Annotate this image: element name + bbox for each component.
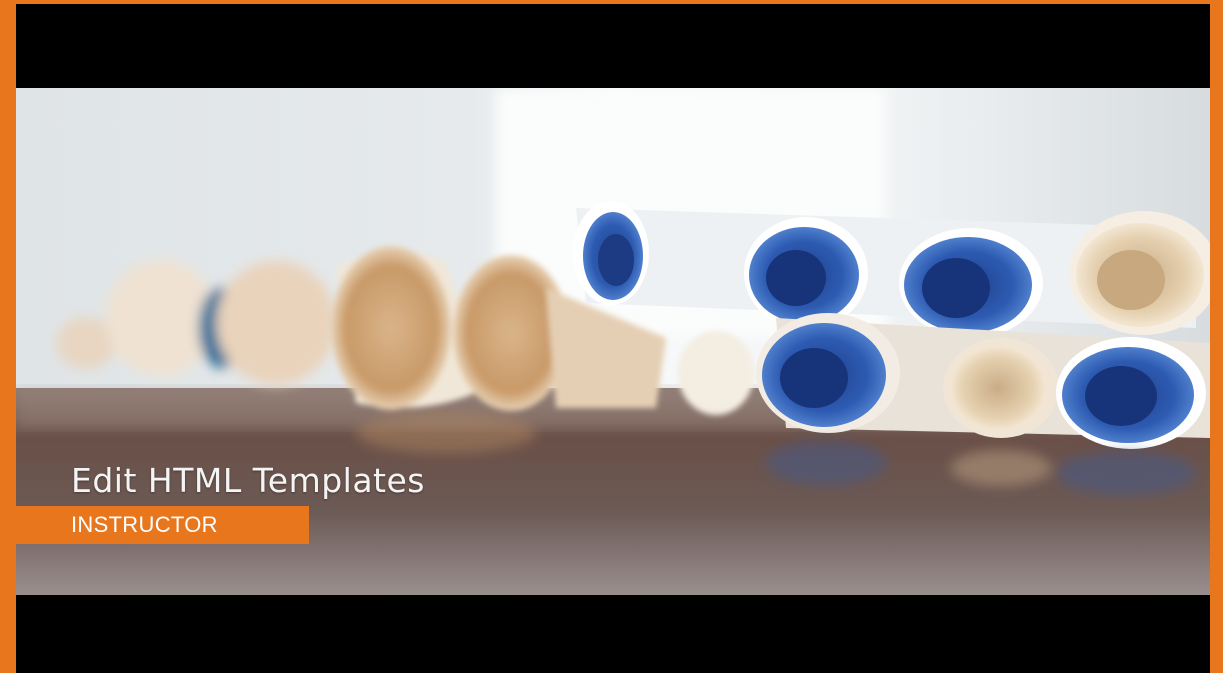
video-screen[interactable]: Edit HTML Templates INSTRUCTOR	[16, 4, 1210, 673]
instructor-badge: INSTRUCTOR	[16, 506, 309, 544]
instructor-badge-label: INSTRUCTOR	[71, 512, 218, 537]
video-thumbnail-frame[interactable]: Edit HTML Templates INSTRUCTOR	[0, 0, 1223, 673]
video-title: Edit HTML Templates	[71, 461, 425, 500]
